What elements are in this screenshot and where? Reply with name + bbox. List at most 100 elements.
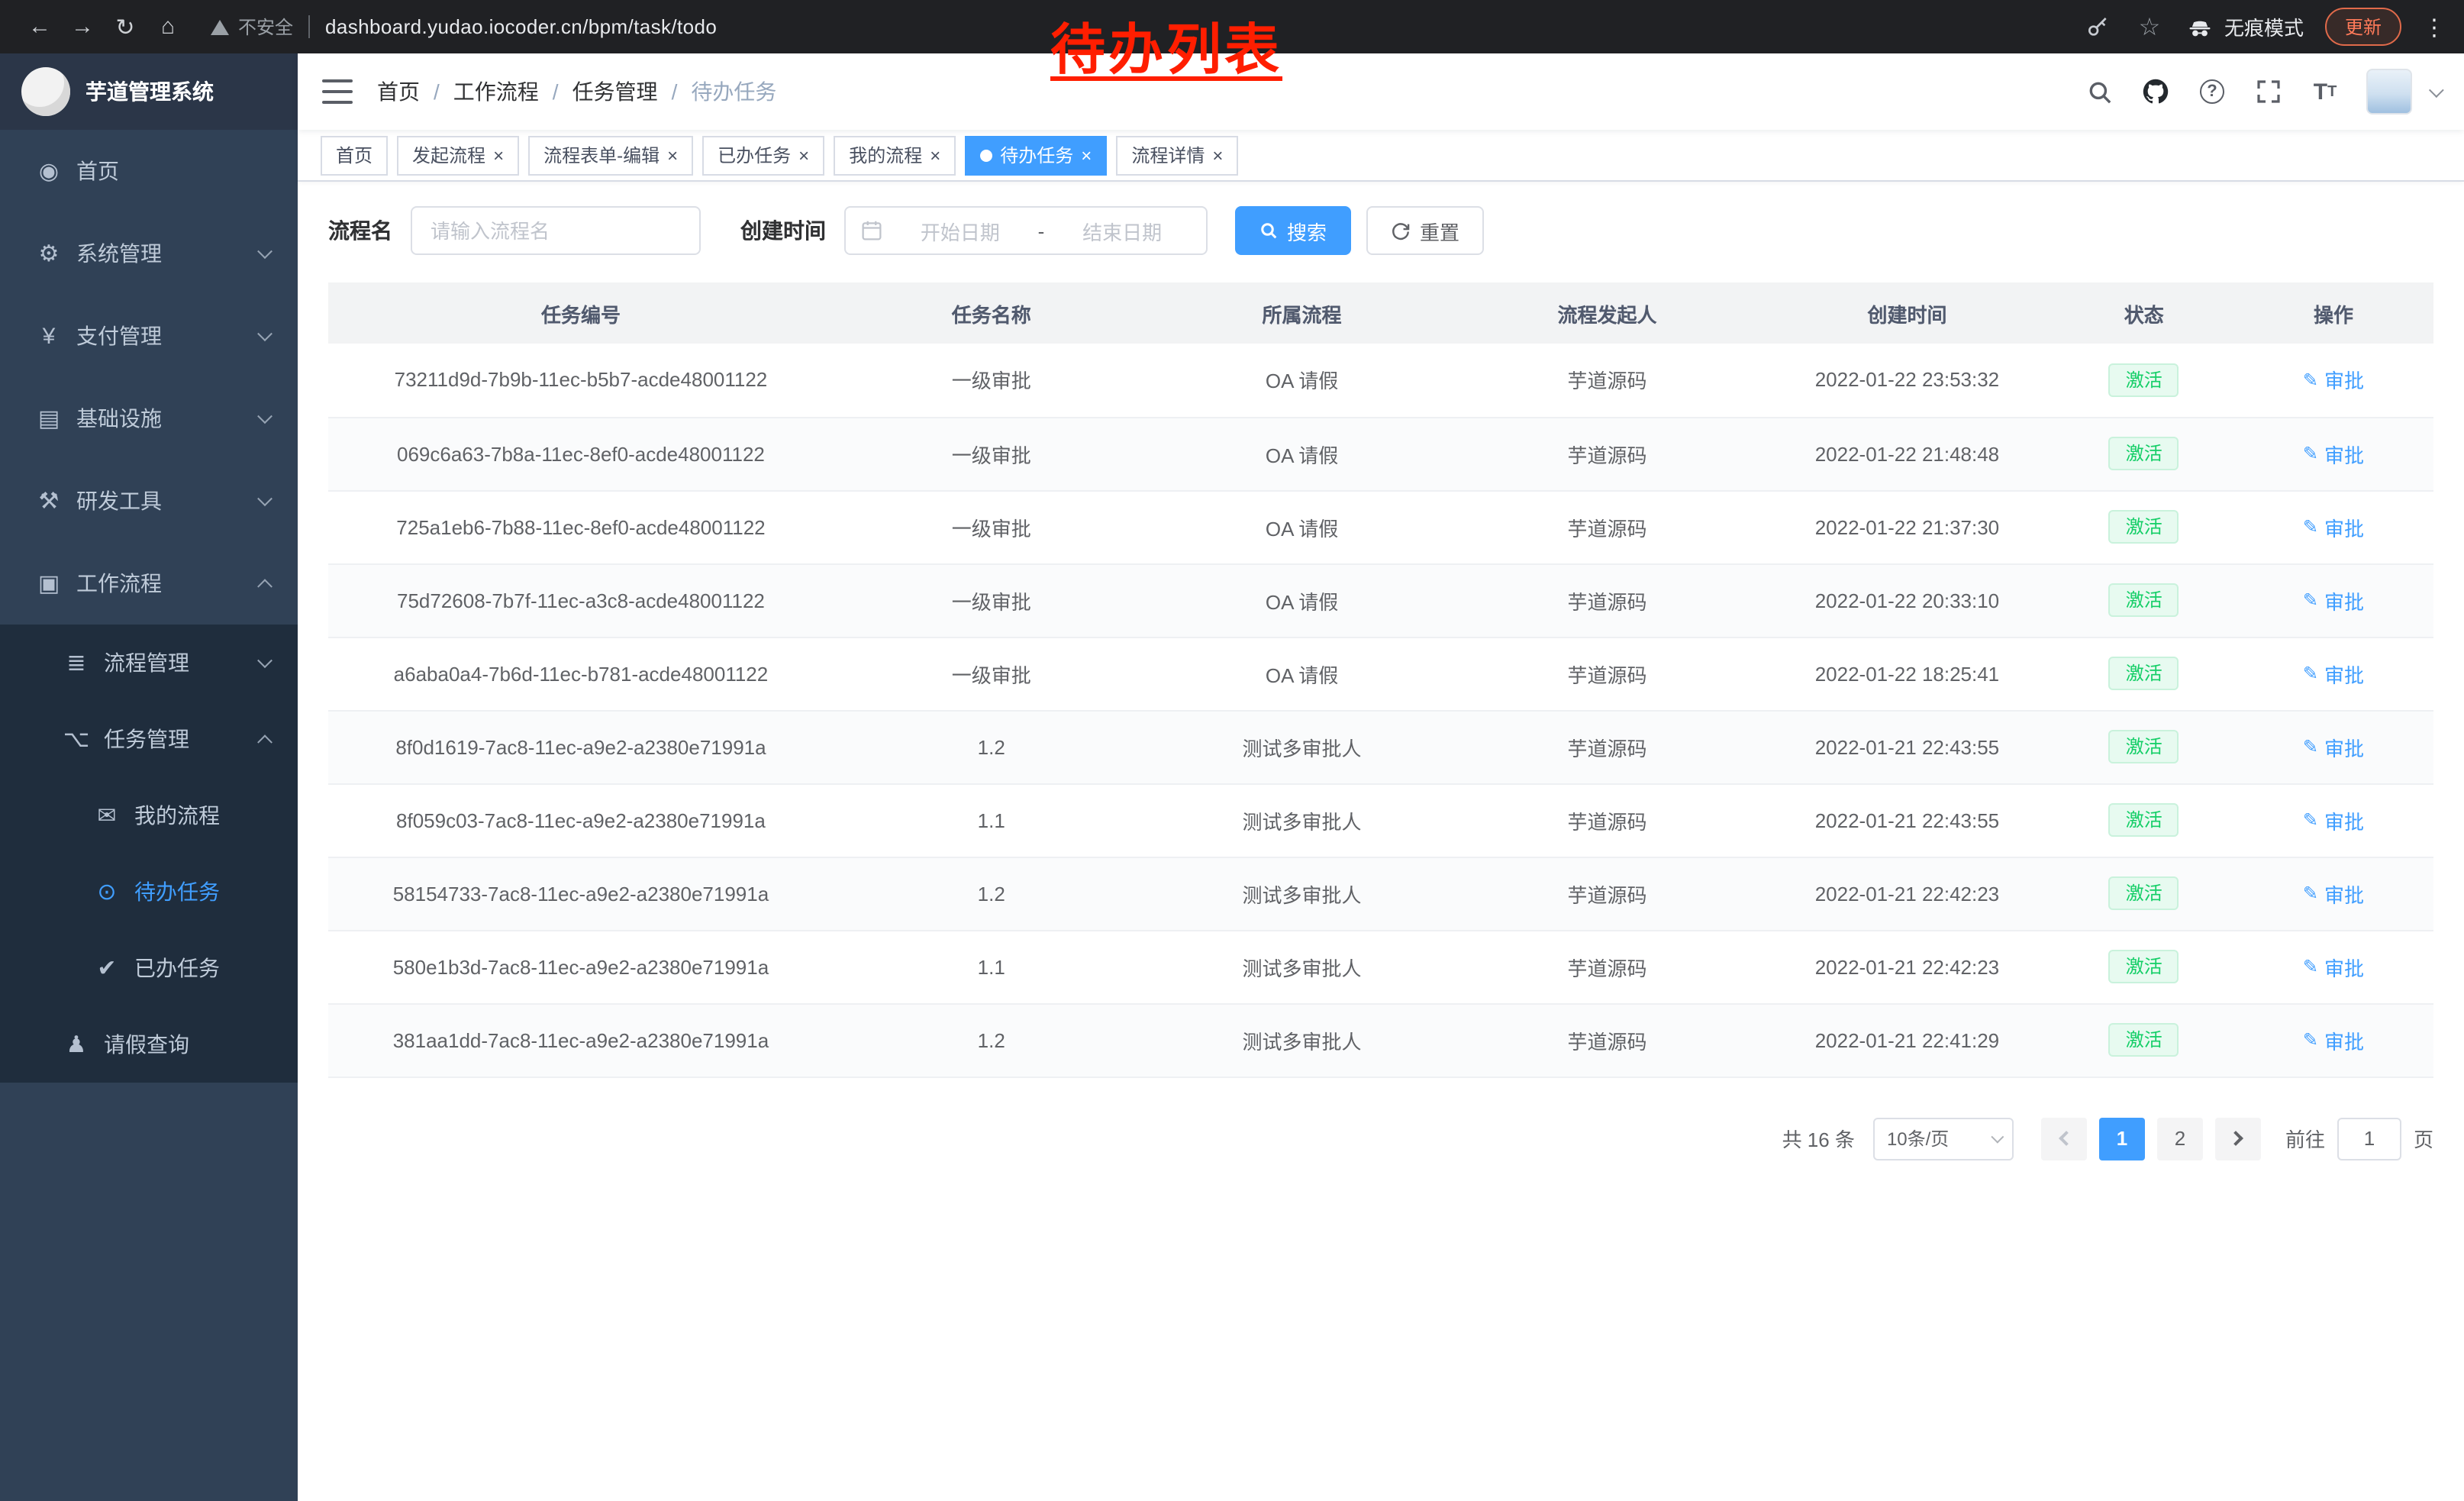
process-name-label: 流程名 [328,215,392,246]
forward-button[interactable]: → [61,14,104,40]
next-page-button[interactable] [2215,1117,2261,1160]
sidebar-item-label: 流程管理 [104,647,189,678]
approve-link[interactable]: ✎审批 [2303,805,2364,834]
close-icon[interactable]: × [798,146,809,164]
page-size-select[interactable]: 10条/页 [1873,1117,2014,1160]
tab-home[interactable]: 首页 [321,135,388,175]
breadcrumb-task-management[interactable]: 任务管理 [572,76,658,107]
goto-page-input[interactable] [2337,1117,2401,1160]
tab-form-edit[interactable]: 流程表单-编辑 × [528,135,693,175]
warning-icon [211,19,229,34]
process-name-input[interactable] [411,206,701,255]
sidebar-item-my-process[interactable]: ✉ 我的流程 [0,777,298,854]
approve-link[interactable]: ✎审批 [2303,952,2364,981]
cell-created: 2022-01-22 20:33:10 [1759,563,2054,637]
prev-page-button[interactable] [2041,1117,2087,1160]
edit-icon: ✎ [2303,1029,2318,1051]
sidebar-item-payment[interactable]: ¥ 支付管理 [0,295,298,377]
cell-created: 2022-01-21 22:43:55 [1759,783,2054,857]
avatar-caret-icon[interactable] [2429,82,2444,97]
cell-initiator: 芋道源码 [1455,857,1760,930]
approve-link[interactable]: ✎审批 [2303,1025,2364,1054]
edit-icon: ✎ [2303,663,2318,684]
approve-link[interactable]: ✎审批 [2303,659,2364,688]
sidebar-item-workflow[interactable]: ▣ 工作流程 [0,542,298,625]
breadcrumb: 首页 / 工作流程 / 任务管理 / 待办任务 [377,76,776,107]
close-icon[interactable]: × [1081,146,1092,164]
cell-initiator: 芋道源码 [1455,490,1760,563]
approve-link[interactable]: ✎审批 [2303,586,2364,615]
cell-process: 测试多审批人 [1150,783,1455,857]
close-icon[interactable]: × [930,146,940,164]
help-icon[interactable]: ? [2197,76,2227,107]
breadcrumb-workflow[interactable]: 工作流程 [453,76,539,107]
back-button[interactable]: ← [18,14,61,40]
date-range-picker[interactable]: 开始日期 - 结束日期 [844,206,1208,255]
approve-link[interactable]: ✎审批 [2303,732,2364,761]
sidebar-item-home[interactable]: ◉ 首页 [0,130,298,212]
refresh-button[interactable]: ↻ [104,13,147,40]
url-bar[interactable]: 不安全 dashboard.yudao.iocoder.cn/bpm/task/… [211,14,717,40]
sidebar-item-leave-query[interactable]: ♟ 请假查询 [0,1006,298,1083]
font-size-icon[interactable]: TT [2310,76,2340,107]
cell-created: 2022-01-21 22:42:23 [1759,930,2054,1003]
cell-created: 2022-01-22 21:48:48 [1759,417,2054,490]
page-button-2[interactable]: 2 [2157,1117,2203,1160]
browser-window: ← → ↻ ⌂ 不安全 dashboard.yudao.iocoder.cn/b… [0,0,2464,1501]
fullscreen-icon[interactable] [2253,76,2284,107]
sidebar-item-devtools[interactable]: ⚒ 研发工具 [0,460,298,542]
browser-update-button[interactable]: 更新 [2325,8,2401,46]
sidebar-item-todo-tasks[interactable]: ⊙ 待办任务 [0,854,298,930]
sidebar-item-label: 系统管理 [76,238,162,269]
col-header-created: 创建时间 [1759,282,2054,344]
cell-initiator: 芋道源码 [1455,930,1760,1003]
status-badge: 激活 [2109,803,2179,838]
sidebar-item-system[interactable]: ⚙ 系统管理 [0,212,298,295]
cell-task-id: 580e1b3d-7ac8-11ec-a9e2-a2380e71991a [328,930,834,1003]
tab-start-process[interactable]: 发起流程 × [397,135,519,175]
search-form: 流程名 创建时间 开始日期 - 结束日期 搜索 重 [328,206,2433,255]
bookmark-star-icon[interactable]: ☆ [2134,11,2165,42]
close-icon[interactable]: × [493,146,504,164]
sidebar-item-label: 基础设施 [76,403,162,434]
close-icon[interactable]: × [667,146,678,164]
close-icon[interactable]: × [1212,146,1223,164]
divider [308,15,310,38]
edit-icon: ✎ [2303,809,2318,831]
tab-process-detail[interactable]: 流程详情 × [1116,135,1238,175]
cell-actions: ✎审批 [2233,563,2433,637]
search-button[interactable]: 搜索 [1235,206,1351,255]
tab-todo-tasks[interactable]: 待办任务 × [965,135,1107,175]
cell-task-name: 1.2 [834,857,1150,930]
edit-icon: ✎ [2303,589,2318,611]
github-icon[interactable] [2140,76,2171,107]
sidebar-item-task-management[interactable]: ⌥ 任务管理 [0,701,298,777]
incognito-badge: 无痕模式 [2186,12,2304,41]
approve-link[interactable]: ✎审批 [2303,512,2364,541]
sidebar-item-label: 待办任务 [134,876,220,907]
todo-task-table: 任务编号 任务名称 所属流程 流程发起人 创建时间 状态 操作 73211d9d… [328,282,2433,1077]
tab-done-tasks[interactable]: 已办任务 × [702,135,824,175]
approve-link[interactable]: ✎审批 [2303,439,2364,468]
sidebar-item-process-management[interactable]: ≣ 流程管理 [0,625,298,701]
page-button-1[interactable]: 1 [2099,1117,2145,1160]
goto-label: 前往 [2285,1124,2325,1153]
app-logo[interactable]: 芋道管理系统 [0,53,298,130]
tab-my-process[interactable]: 我的流程 × [834,135,956,175]
approve-link[interactable]: ✎审批 [2303,879,2364,908]
breadcrumb-home[interactable]: 首页 [377,76,420,107]
search-icon[interactable] [2084,76,2114,107]
payment-icon: ¥ [31,323,67,349]
table-header-row: 任务编号 任务名称 所属流程 流程发起人 创建时间 状态 操作 [328,282,2433,344]
password-key-icon[interactable] [2082,11,2113,42]
cell-actions: ✎审批 [2233,1003,2433,1077]
reset-button[interactable]: 重置 [1366,206,1484,255]
approve-link[interactable]: ✎审批 [2303,366,2364,395]
sidebar-toggle-icon[interactable] [322,79,353,104]
sidebar-item-done-tasks[interactable]: ✔ 已办任务 [0,930,298,1006]
browser-menu-icon[interactable]: ⋮ [2423,13,2446,40]
cell-process: OA 请假 [1150,344,1455,417]
home-button[interactable]: ⌂ [147,14,189,40]
user-avatar[interactable] [2366,69,2412,115]
sidebar-item-infrastructure[interactable]: ▤ 基础设施 [0,377,298,460]
